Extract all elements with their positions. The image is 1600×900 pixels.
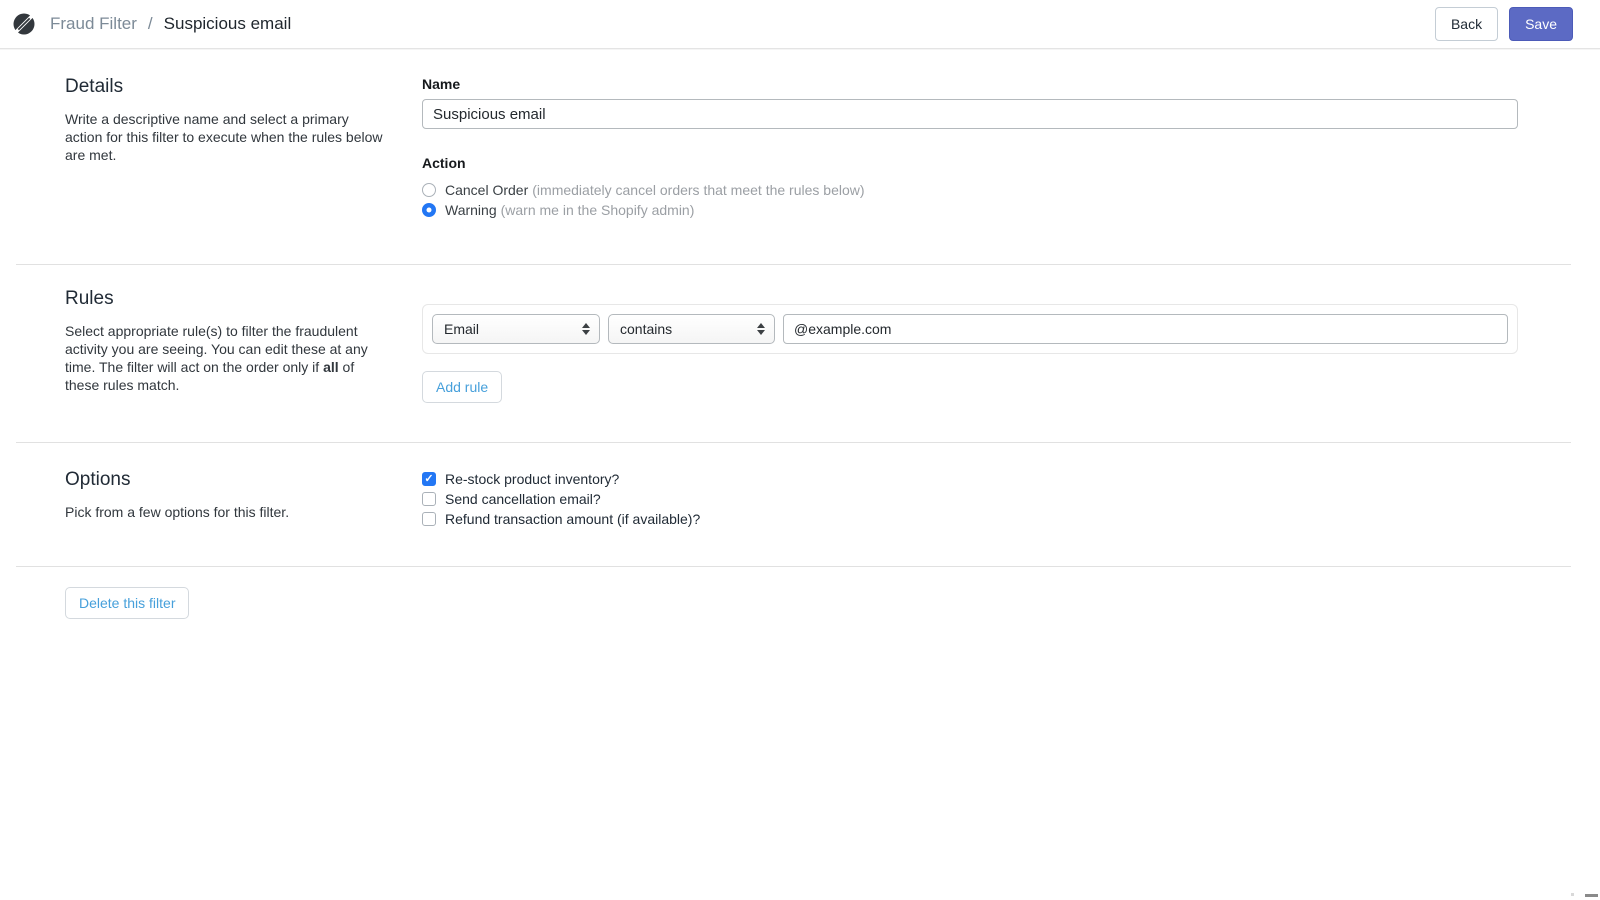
name-label: Name [422, 76, 1518, 92]
details-heading: Details [65, 76, 387, 99]
options-heading: Options [65, 469, 387, 492]
options-section: Options Pick from a few options for this… [16, 442, 1571, 566]
checkbox-icon[interactable] [422, 512, 436, 526]
details-fields: Name Action Cancel Order (immediately ca… [422, 76, 1518, 220]
options-section-intro: Options Pick from a few options for this… [65, 469, 387, 529]
checkbox-icon[interactable] [422, 492, 436, 506]
options-description: Pick from a few options for this filter. [65, 503, 387, 521]
back-button[interactable]: Back [1435, 7, 1498, 41]
breadcrumb-current-page: Suspicious email [164, 14, 292, 34]
breadcrumb-separator: / [148, 14, 153, 34]
rule-condition-selected-value: contains [620, 321, 672, 337]
radio-hint: (warn me in the Shopify admin) [501, 202, 695, 218]
fraud-filter-app-icon [12, 12, 36, 36]
select-arrows-icon [582, 323, 590, 335]
scrollbar-fragment [1585, 894, 1598, 897]
options-fields: Re-stock product inventory? Send cancell… [422, 469, 1518, 529]
rule-row: Email contains [422, 304, 1518, 354]
action-radio-cancel-order[interactable]: Cancel Order (immediately cancel orders … [422, 180, 1518, 200]
header-actions: Back Save [1435, 7, 1573, 41]
scrollbar-fragment-dot [1571, 893, 1574, 896]
radio-button-icon[interactable] [422, 203, 436, 217]
rules-section-intro: Rules Select appropriate rule(s) to filt… [65, 288, 387, 403]
filter-name-input[interactable] [422, 99, 1518, 129]
rule-condition-select[interactable]: contains [608, 314, 775, 344]
rules-section: Rules Select appropriate rule(s) to filt… [16, 264, 1571, 442]
top-bar: Fraud Filter / Suspicious email Back Sav… [0, 0, 1600, 49]
save-button[interactable]: Save [1509, 7, 1573, 41]
rule-field-select[interactable]: Email [432, 314, 600, 344]
checkbox-restock-inventory[interactable]: Re-stock product inventory? [422, 469, 1518, 489]
action-label: Action [422, 155, 1518, 171]
breadcrumb-app-link[interactable]: Fraud Filter [50, 14, 137, 34]
footer-section: Delete this filter [16, 566, 1571, 643]
checkbox-label: Refund transaction amount (if available)… [445, 511, 700, 527]
details-section: Details Write a descriptive name and sel… [16, 49, 1571, 264]
rules-heading: Rules [65, 288, 387, 311]
filter-form: Details Write a descriptive name and sel… [0, 49, 1600, 643]
rules-description: Select appropriate rule(s) to filter the… [65, 322, 387, 394]
radio-label: Warning [445, 202, 497, 218]
rule-field-selected-value: Email [444, 321, 479, 337]
rules-description-bold: all [323, 359, 339, 375]
select-arrows-icon [757, 323, 765, 335]
checkbox-label: Re-stock product inventory? [445, 471, 619, 487]
checkbox-label: Send cancellation email? [445, 491, 601, 507]
details-section-intro: Details Write a descriptive name and sel… [65, 76, 387, 220]
action-radio-warning[interactable]: Warning (warn me in the Shopify admin) [422, 200, 1518, 220]
checkbox-refund-transaction[interactable]: Refund transaction amount (if available)… [422, 509, 1518, 529]
breadcrumb: Fraud Filter / Suspicious email [12, 12, 291, 36]
checkbox-icon[interactable] [422, 472, 436, 486]
checkbox-send-cancellation-email[interactable]: Send cancellation email? [422, 489, 1518, 509]
add-rule-button[interactable]: Add rule [422, 371, 502, 403]
rule-value-input[interactable] [783, 314, 1508, 344]
delete-filter-button[interactable]: Delete this filter [65, 587, 189, 619]
radio-button-icon[interactable] [422, 183, 436, 197]
radio-label: Cancel Order [445, 182, 528, 198]
rules-editor: Email contains Add rule [422, 288, 1518, 403]
details-description: Write a descriptive name and select a pr… [65, 110, 387, 164]
radio-hint: (immediately cancel orders that meet the… [532, 182, 864, 198]
